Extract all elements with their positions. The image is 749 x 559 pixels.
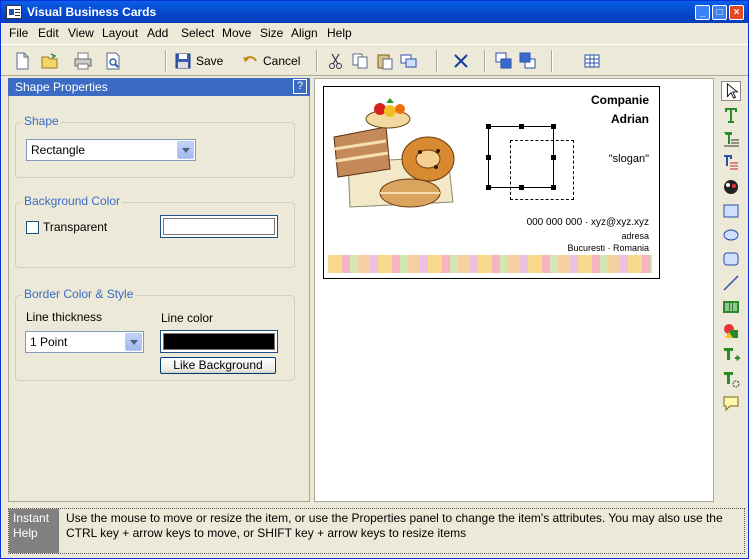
properties-panel: Shape Rectangle Background Color Transpa… (8, 96, 310, 502)
toolbar-separator (316, 50, 318, 72)
bring-front-icon[interactable] (495, 52, 513, 70)
panel-header: Shape Properties ? (8, 78, 310, 96)
line-color-swatch (163, 333, 275, 350)
company-line2: Adrian (610, 112, 649, 126)
address-text[interactable]: adresa (621, 231, 649, 241)
toolbar-separator (551, 50, 553, 72)
text-tool-icon[interactable] (721, 105, 741, 125)
open-folder-icon[interactable] (41, 52, 59, 70)
menu-align[interactable]: Align (291, 26, 318, 40)
close-button[interactable]: × (729, 5, 744, 20)
save-icon[interactable] (174, 52, 192, 70)
city-text[interactable]: Bucuresti · Romania (567, 243, 649, 253)
menu-bar: File Edit View Layout Add Select Move Si… (1, 23, 748, 43)
delete-icon[interactable] (452, 52, 470, 70)
business-card[interactable]: Companie Adrian "slogan" 000 000 000 · x… (323, 86, 660, 279)
maximize-button[interactable]: □ (712, 5, 727, 20)
resize-handle[interactable] (551, 124, 556, 129)
line-thickness-value: 1 Point (30, 335, 68, 349)
transparent-label: Transparent (43, 220, 108, 234)
chevron-down-icon[interactable] (177, 141, 194, 159)
paste-icon[interactable] (376, 52, 394, 70)
minimize-button[interactable]: _ (695, 5, 710, 20)
copy-icon[interactable] (351, 52, 369, 70)
background-group: Background Color Transparent (15, 194, 295, 268)
cancel-button[interactable]: Cancel (263, 54, 300, 68)
paragraph-tool-icon[interactable] (721, 129, 741, 149)
barcode-icon[interactable] (721, 297, 741, 317)
instant-help-bar: Instant Help Use the mouse to move or re… (8, 508, 745, 554)
print-icon[interactable] (74, 52, 92, 70)
line-color-field[interactable] (160, 330, 278, 353)
pastry-image[interactable] (328, 97, 458, 217)
line-color-label: Line color (161, 311, 214, 325)
chevron-down-icon[interactable] (125, 333, 142, 351)
shapes-icon[interactable] (721, 321, 741, 341)
design-canvas[interactable]: Companie Adrian "slogan" 000 000 000 · x… (314, 78, 714, 502)
resize-handle[interactable] (519, 124, 524, 129)
company-line1: Companie (590, 93, 649, 107)
drag-outline (510, 140, 574, 200)
menu-size[interactable]: Size (260, 26, 283, 40)
save-button[interactable]: Save (196, 54, 223, 68)
line-thickness-select[interactable]: 1 Point (25, 331, 144, 353)
app-window: Visual Business Cards _ □ × File Edit Vi… (0, 0, 749, 559)
rounded-rect-tool-icon[interactable] (721, 249, 741, 269)
shape-select-value: Rectangle (31, 143, 86, 157)
background-group-title: Background Color (22, 194, 123, 208)
toolbar-separator (484, 50, 486, 72)
image-tool-icon[interactable] (721, 177, 741, 197)
resize-handle[interactable] (486, 155, 491, 160)
new-file-icon[interactable] (13, 52, 31, 70)
slogan-text[interactable]: "slogan" (609, 153, 649, 165)
toolbar: Save Cancel (1, 44, 748, 76)
send-back-icon[interactable] (519, 52, 537, 70)
shape-group: Shape Rectangle (15, 114, 295, 178)
menu-help[interactable]: Help (327, 26, 352, 40)
resize-handle[interactable] (486, 185, 491, 190)
rectangle-tool-icon[interactable] (721, 201, 741, 221)
callout-icon[interactable] (721, 393, 741, 413)
menu-select[interactable]: Select (181, 26, 214, 40)
grid-icon[interactable] (583, 52, 601, 70)
pointer-icon[interactable] (721, 81, 741, 101)
transparent-checkbox[interactable] (26, 221, 39, 234)
window-title: Visual Business Cards (27, 5, 157, 19)
tool-strip (717, 78, 745, 502)
undo-icon[interactable] (241, 52, 259, 70)
duplicate-icon[interactable] (400, 52, 418, 70)
rich-text-icon[interactable] (721, 153, 741, 173)
menu-view[interactable]: View (68, 26, 94, 40)
border-group: Border Color & Style Line thickness 1 Po… (15, 287, 295, 381)
like-background-button[interactable]: Like Background (160, 357, 276, 374)
text-effect-icon[interactable] (721, 369, 741, 389)
app-icon (6, 5, 22, 19)
menu-move[interactable]: Move (222, 26, 251, 40)
print-preview-icon[interactable] (104, 52, 122, 70)
toolbar-separator (165, 50, 167, 72)
instant-help-header: Instant Help (9, 509, 59, 553)
decorative-border-strip (328, 255, 652, 273)
line-tool-icon[interactable] (721, 273, 741, 293)
contact-text[interactable]: 000 000 000 · xyz@xyz.xyz (527, 217, 649, 228)
menu-layout[interactable]: Layout (102, 26, 138, 40)
menu-add[interactable]: Add (147, 26, 168, 40)
background-color-swatch (163, 218, 275, 235)
cut-icon[interactable] (327, 52, 345, 70)
menu-file[interactable]: File (9, 26, 28, 40)
add-text-icon[interactable] (721, 345, 741, 365)
instant-help-message: Use the mouse to move or resize the item… (66, 511, 723, 540)
ellipse-tool-icon[interactable] (721, 225, 741, 245)
help-icon[interactable]: ? (293, 79, 307, 94)
shape-select[interactable]: Rectangle (26, 139, 196, 161)
resize-handle[interactable] (486, 124, 491, 129)
menu-edit[interactable]: Edit (38, 26, 59, 40)
background-color-field[interactable] (160, 215, 278, 238)
toolbar-separator (436, 50, 438, 72)
panel-title: Shape Properties (15, 80, 108, 94)
title-bar[interactable]: Visual Business Cards _ □ × (1, 1, 748, 23)
shape-group-title: Shape (22, 114, 61, 128)
border-group-title: Border Color & Style (22, 287, 136, 301)
line-thickness-label: Line thickness (26, 310, 103, 324)
